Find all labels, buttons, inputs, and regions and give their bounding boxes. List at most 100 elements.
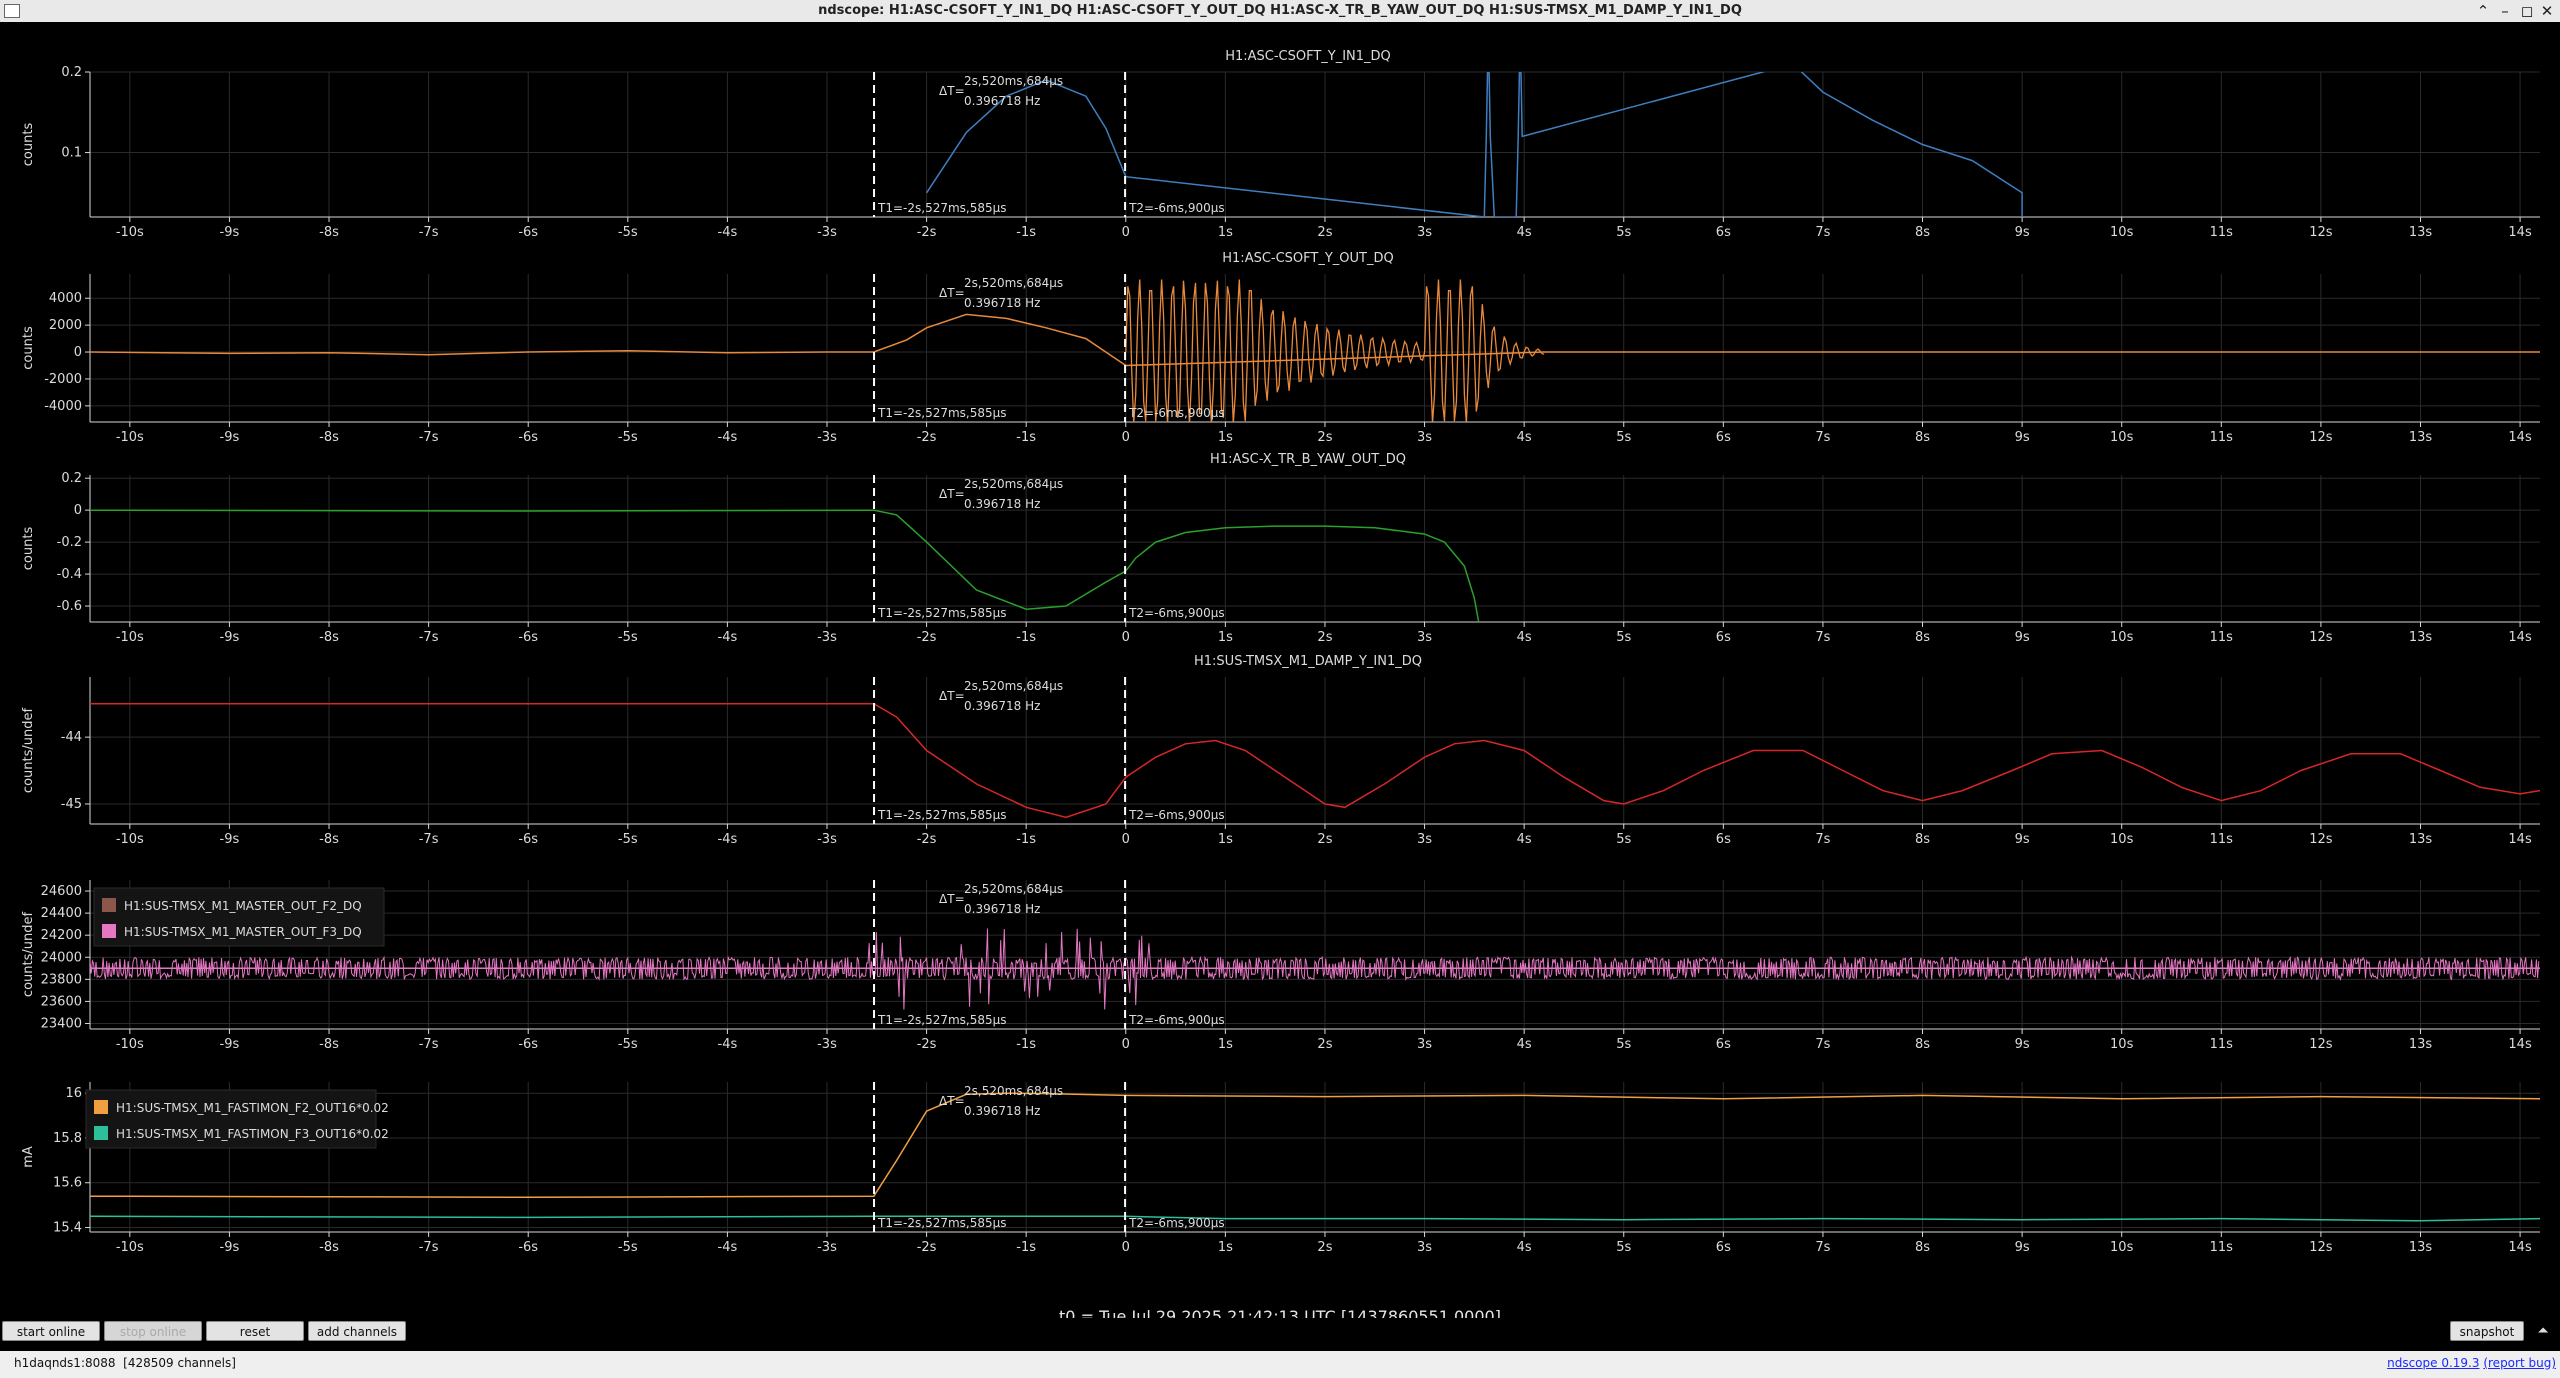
maximize-window-button[interactable]: ◻ bbox=[2516, 2, 2538, 20]
x-tick-label: 4s bbox=[1517, 1240, 1532, 1255]
expand-toolbar-icon[interactable]: ⏶ bbox=[2532, 1321, 2554, 1341]
x-tick-label: 14s bbox=[2508, 1240, 2532, 1255]
x-tick-label: 6s bbox=[1716, 225, 1731, 240]
x-tick-label: 13s bbox=[2409, 630, 2433, 645]
plot-panel-4[interactable]: -45 -44 -10s -9s -8s -7s -6s -5s -4s -3s -2s -1s 0 1s… bbox=[21, 654, 2540, 847]
plots-canvas[interactable]: 0.1 0.2 -10s -9s -8s -7s -6s -5s -4s -3s -2s -1s 0 1s… bbox=[0, 22, 2560, 1302]
minimize-window-button[interactable]: – bbox=[2494, 2, 2516, 20]
delta-value-label: 2s,520ms,684µs bbox=[964, 477, 1063, 491]
x-tick-label: 1s bbox=[1218, 1240, 1233, 1255]
x-tick-label: 4s bbox=[1517, 630, 1532, 645]
x-tick-label: 12s bbox=[2309, 430, 2333, 445]
plot-panel-6[interactable]: 15.4 15.6 15.8 16 -10s -9s -8s -7s -6s -5s -4s -3s -… bbox=[21, 1082, 2540, 1255]
x-tick-label: -4s bbox=[718, 630, 738, 645]
x-tick-label: -5s bbox=[618, 832, 638, 847]
y-tick-label: 4000 bbox=[49, 291, 82, 306]
x-tick-label: -9s bbox=[220, 832, 240, 847]
x-tick-label: 5s bbox=[1616, 225, 1631, 240]
series-line bbox=[90, 702, 2540, 819]
plot-panel-5[interactable]: 23400 23600 23800 24000 24200 24400 24600 -10s -… bbox=[21, 880, 2540, 1052]
cursor-t2-label: T2=-6ms,900µs bbox=[1128, 201, 1225, 215]
series-group bbox=[90, 1092, 2540, 1222]
close-window-button[interactable]: ✕ bbox=[2536, 2, 2558, 20]
report-bug-link[interactable]: (report bug) bbox=[2483, 1356, 2556, 1370]
x-tick-label: -5s bbox=[618, 630, 638, 645]
x-tick-label: 1s bbox=[1218, 630, 1233, 645]
plot-panel-1[interactable]: 0.1 0.2 -10s -9s -8s -7s -6s -5s -4s -3s -2s -1s 0 1s… bbox=[21, 32, 2540, 240]
cursor-t1-label: T1=-2s,527ms,585µs bbox=[877, 1216, 1007, 1230]
x-tick-label: -1s bbox=[1016, 630, 1036, 645]
shade-window-button[interactable]: ⌃ bbox=[2472, 2, 2494, 20]
series-line bbox=[925, 72, 2023, 217]
x-tick-label: -6s bbox=[518, 832, 538, 847]
x-tick-label: -10s bbox=[116, 225, 144, 240]
x-tick-label: 8s bbox=[1915, 630, 1930, 645]
x-tick-label: 2s bbox=[1317, 832, 1332, 847]
snapshot-button[interactable]: snapshot bbox=[2450, 1321, 2524, 1341]
y-axis-label: counts/undef bbox=[21, 708, 36, 794]
y-tick-label: 16 bbox=[65, 1086, 82, 1101]
x-tick-label: 12s bbox=[2309, 630, 2333, 645]
x-tick-label: 0 bbox=[1122, 1240, 1130, 1255]
reset-button[interactable]: reset bbox=[206, 1321, 304, 1341]
plot-panel-2[interactable]: -4000 -2000 0 2000 4000 -10s -9s -8s -7s -6s -5s -4… bbox=[21, 251, 2540, 445]
x-tick-label: 7s bbox=[1815, 430, 1830, 445]
stop-online-button[interactable]: stop online bbox=[104, 1321, 202, 1341]
x-tick-label: -9s bbox=[220, 1240, 240, 1255]
start-online-button[interactable]: start online bbox=[2, 1321, 100, 1341]
x-tick-label: 2s bbox=[1317, 225, 1332, 240]
x-tick-label: 13s bbox=[2409, 832, 2433, 847]
plot-title: H1:ASC-CSOFT_Y_IN1_DQ bbox=[1225, 49, 1391, 64]
x-tick-label: 14s bbox=[2508, 430, 2532, 445]
x-tick-label: -3s bbox=[817, 1240, 837, 1255]
cursor-t1-label: T1=-2s,527ms,585µs bbox=[877, 606, 1007, 620]
x-tick-label: 3s bbox=[1417, 430, 1432, 445]
x-tick-label: 0 bbox=[1122, 630, 1130, 645]
x-tick-label: 8s bbox=[1915, 832, 1930, 847]
x-tick-label: -1s bbox=[1016, 1037, 1036, 1052]
x-tick-label: 6s bbox=[1716, 430, 1731, 445]
delta-value-label: 2s,520ms,684µs bbox=[964, 679, 1063, 693]
x-tick-label: -1s bbox=[1016, 1240, 1036, 1255]
x-tick-label: -2s bbox=[917, 430, 937, 445]
add-channels-button[interactable]: add channels bbox=[308, 1321, 406, 1341]
version-link[interactable]: ndscope 0.19.3 bbox=[2387, 1356, 2479, 1370]
x-tick-label: 13s bbox=[2409, 430, 2433, 445]
x-tick-label: 6s bbox=[1716, 1240, 1731, 1255]
x-tick-label: -2s bbox=[917, 1240, 937, 1255]
x-tick-label: -8s bbox=[319, 1240, 339, 1255]
x-tick-label: 14s bbox=[2508, 832, 2532, 847]
cursor-t1-label: T1=-2s,527ms,585µs bbox=[877, 808, 1007, 822]
legend-swatch bbox=[102, 924, 116, 938]
series-group bbox=[90, 702, 2540, 819]
x-tick-label: -7s bbox=[419, 1037, 439, 1052]
delta-prefix-label: ΔT= bbox=[939, 487, 965, 501]
x-tick-label: -6s bbox=[518, 630, 538, 645]
x-tick-label: 3s bbox=[1417, 1240, 1432, 1255]
plot-panel-3[interactable]: -0.6 -0.4 -0.2 0 0.2 -10s -9s -8s -7s -6s -5s -4s -3… bbox=[21, 452, 2540, 645]
window-titlebar: ndscope: H1:ASC-CSOFT_Y_IN1_DQ H1:ASC-CS… bbox=[0, 0, 2560, 23]
delta-value-label: 2s,520ms,684µs bbox=[964, 276, 1063, 290]
x-tick-label: 7s bbox=[1815, 630, 1830, 645]
y-tick-label: -0.4 bbox=[57, 567, 82, 582]
x-tick-label: 10s bbox=[2110, 430, 2134, 445]
y-tick-label: -45 bbox=[61, 797, 82, 812]
x-tick-label: -7s bbox=[419, 225, 439, 240]
x-tick-label: -1s bbox=[1016, 832, 1036, 847]
x-tick-label: 5s bbox=[1616, 1240, 1631, 1255]
series-line bbox=[90, 1215, 2540, 1222]
x-tick-label: 12s bbox=[2309, 832, 2333, 847]
x-tick-label: 0 bbox=[1122, 225, 1130, 240]
x-tick-label: 1s bbox=[1218, 430, 1233, 445]
plot-area[interactable]: 0.1 0.2 -10s -9s -8s -7s -6s -5s -4s -3s -2s -1s 0 1s… bbox=[0, 22, 2560, 1326]
cursor-t1-label: T1=-2s,527ms,585µs bbox=[877, 406, 1007, 420]
x-tick-label: 11s bbox=[2210, 225, 2234, 240]
y-tick-label: 15.6 bbox=[53, 1176, 82, 1191]
x-tick-label: 5s bbox=[1616, 832, 1631, 847]
delta-freq-label: 0.396718 Hz bbox=[964, 94, 1040, 108]
cursor-t1-label: T1=-2s,527ms,585µs bbox=[877, 201, 1007, 215]
delta-freq-label: 0.396718 Hz bbox=[964, 902, 1040, 916]
x-tick-label: 8s bbox=[1915, 225, 1930, 240]
x-tick-label: 14s bbox=[2508, 1037, 2532, 1052]
x-tick-label: 12s bbox=[2309, 1240, 2333, 1255]
